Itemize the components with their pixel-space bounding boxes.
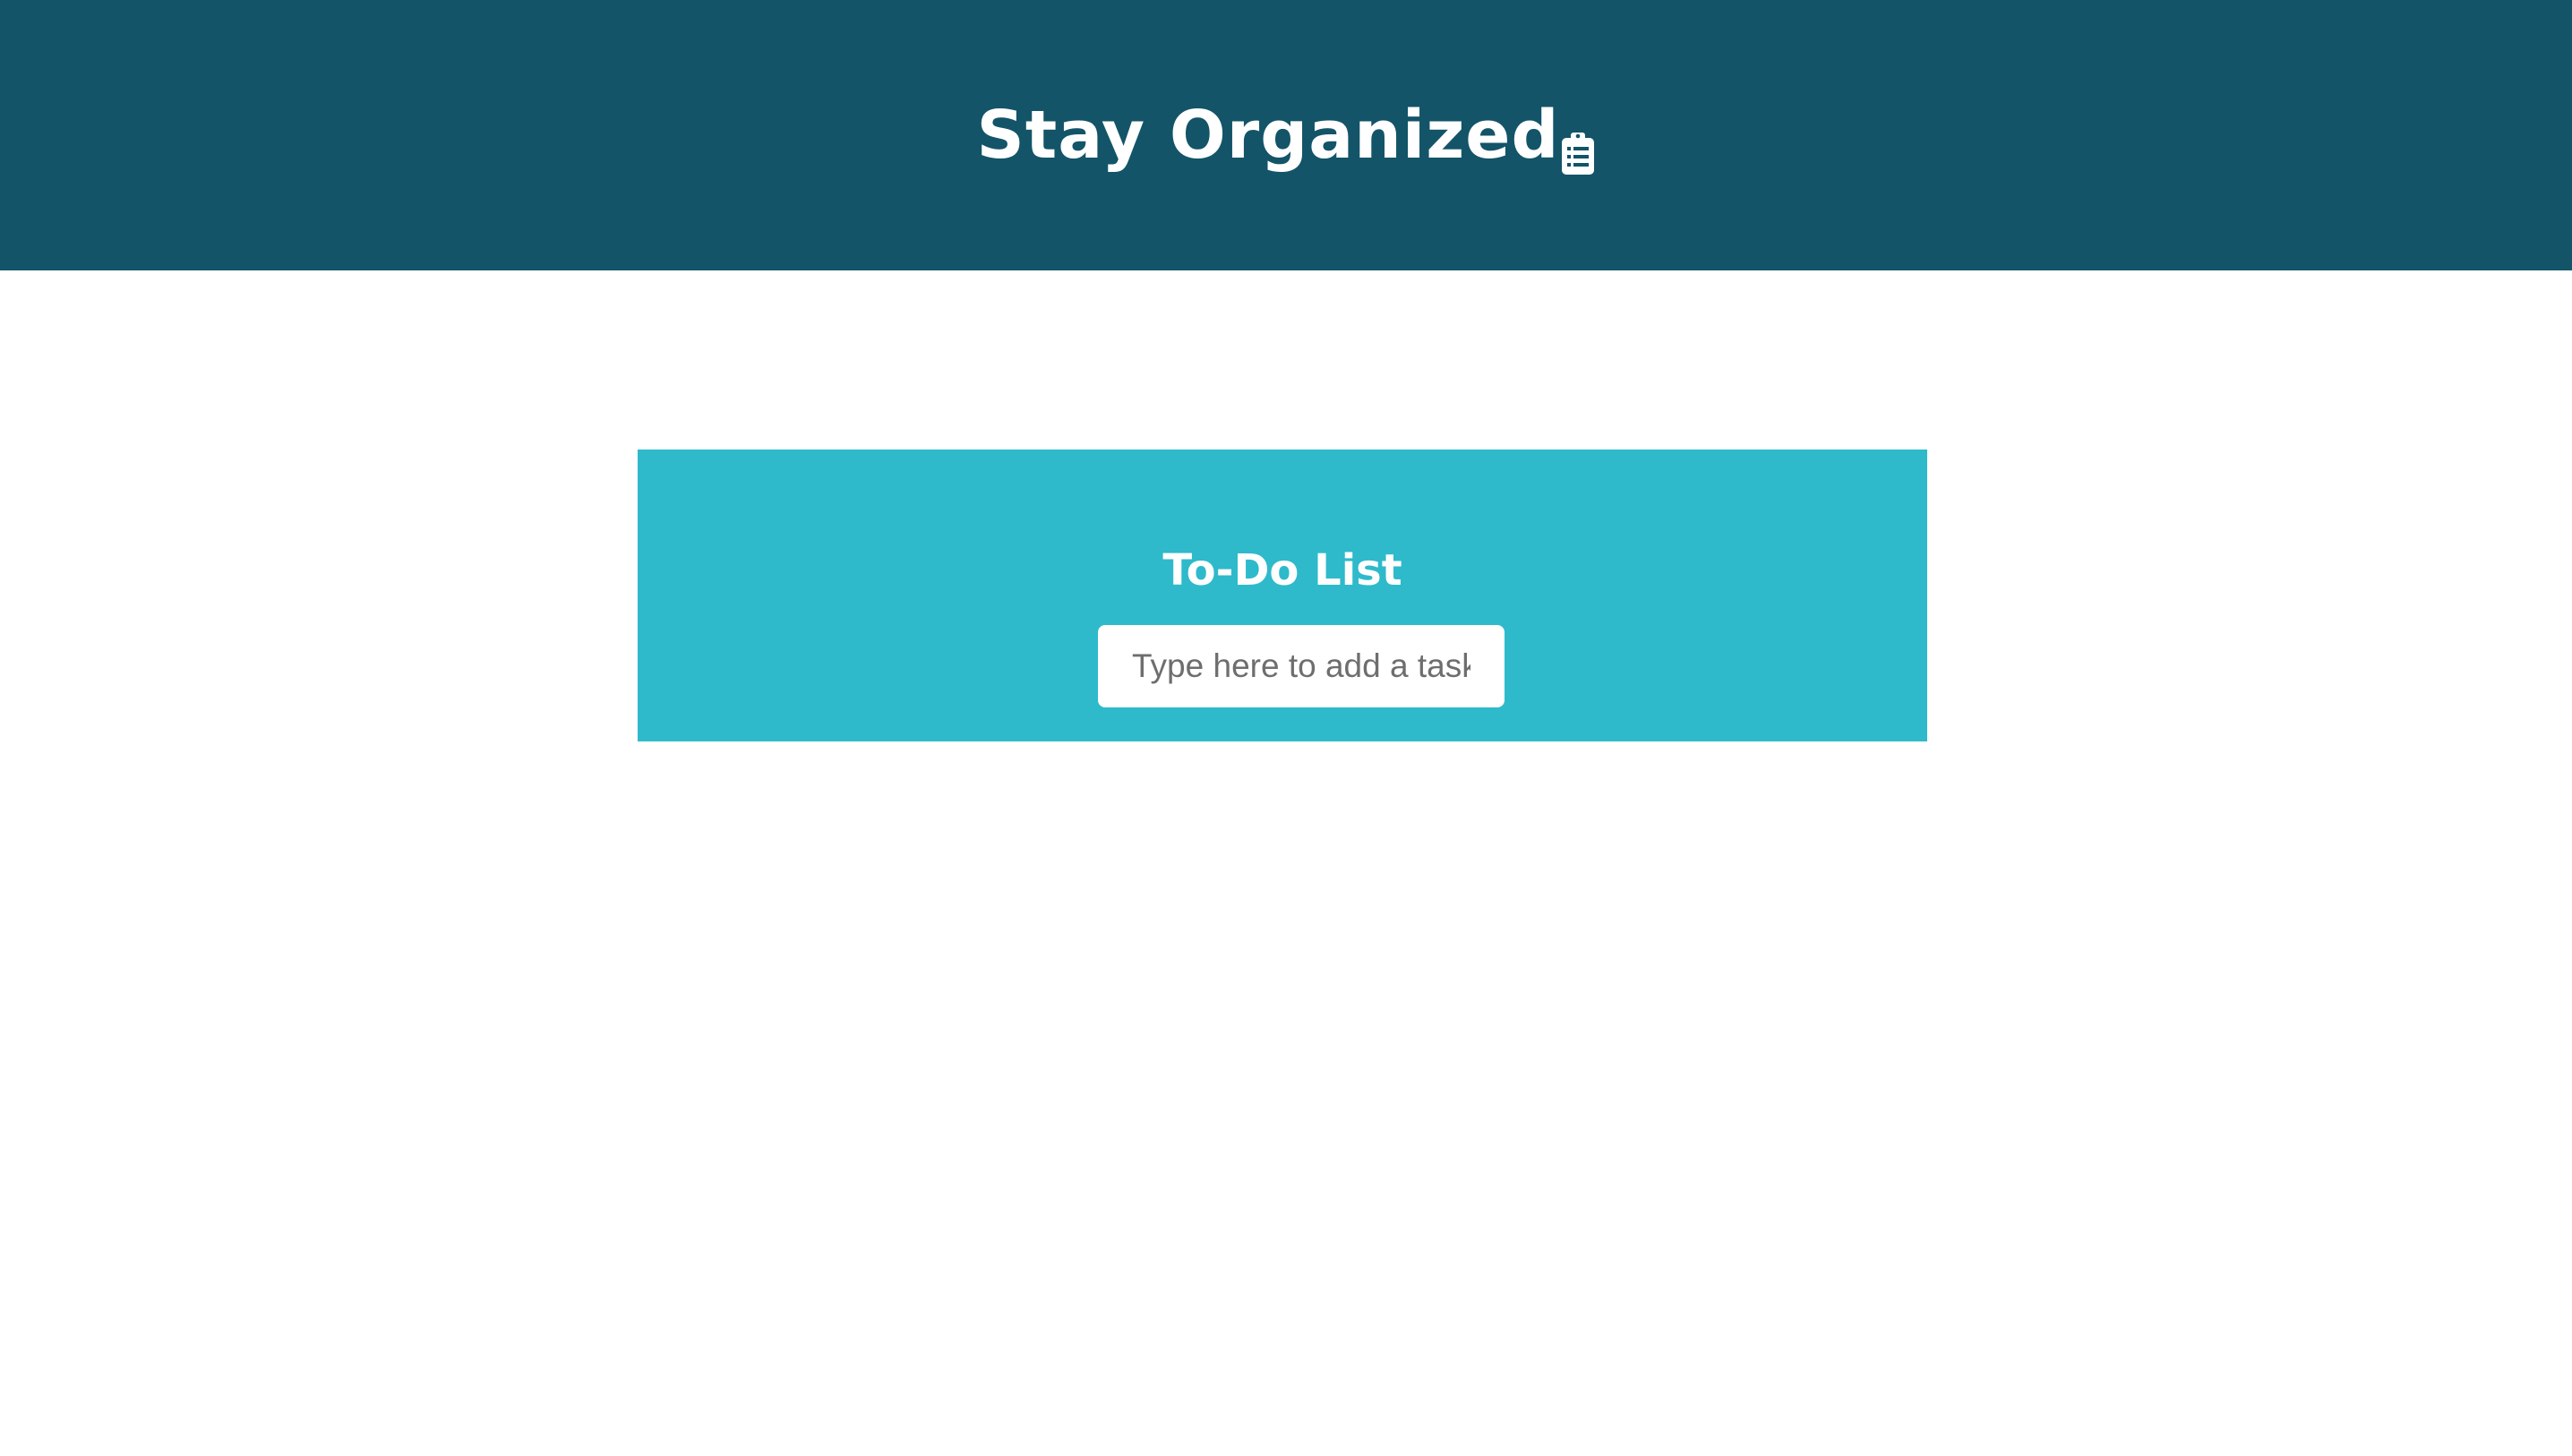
app-title: Stay Organized [976, 97, 1596, 175]
clipboard-list-icon [1561, 115, 1595, 175]
todo-title: To-Do List [1162, 545, 1402, 595]
app-title-text: Stay Organized [976, 97, 1560, 174]
add-task-input[interactable] [1098, 625, 1505, 707]
app-header: Stay Organized [0, 0, 2572, 270]
